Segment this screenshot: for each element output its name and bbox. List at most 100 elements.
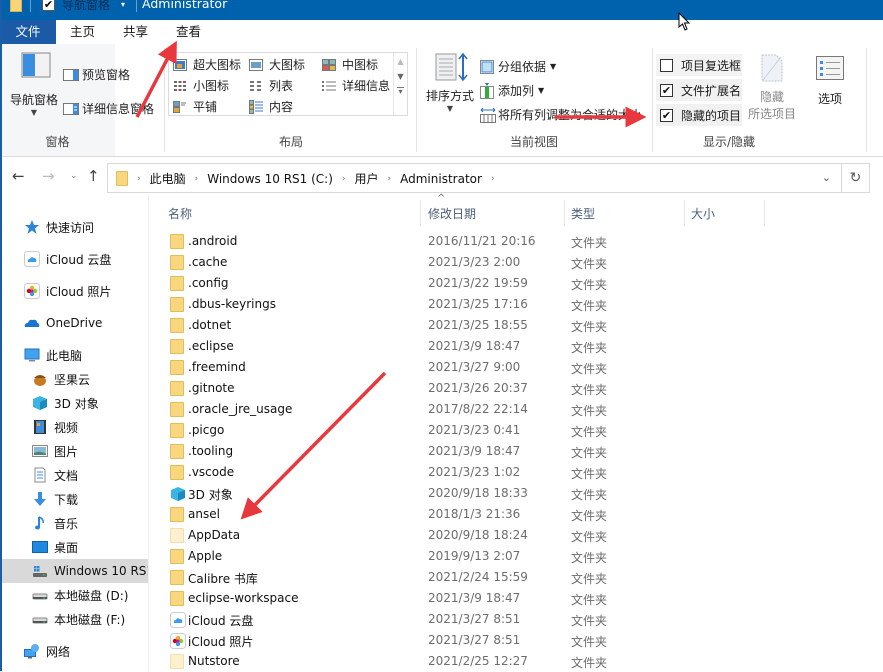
back-button[interactable]: ← bbox=[12, 167, 25, 185]
breadcrumb-item[interactable]: 用户 bbox=[355, 170, 379, 187]
tab-view[interactable]: 查看 bbox=[166, 20, 211, 44]
quick-access-nav-pane-checkbox[interactable]: ✔ bbox=[42, 0, 55, 11]
layout-gallery-scroll[interactable]: ▲ ▼ ▾ bbox=[393, 53, 407, 115]
column-name[interactable]: 名称 bbox=[168, 205, 192, 222]
customize-quick-access-dropdown[interactable]: ▾ bbox=[121, 0, 125, 9]
breadcrumb-separator[interactable]: › bbox=[491, 174, 495, 184]
layout-small-icons[interactable]: 小图标 bbox=[173, 77, 229, 94]
tab-share[interactable]: 共享 bbox=[113, 20, 158, 44]
breadcrumb-separator[interactable]: › bbox=[195, 174, 199, 184]
column-resize-handle[interactable] bbox=[764, 200, 765, 226]
sidebar-item[interactable]: 本地磁盘 (F:) bbox=[0, 607, 148, 631]
tab-home[interactable]: 主页 bbox=[60, 20, 105, 44]
add-columns-button[interactable]: 添加列 ▼ bbox=[480, 82, 544, 99]
file-row[interactable]: iCloud 照片 2021/3/27 8:51 文件夹 bbox=[150, 630, 883, 651]
layout-tiles[interactable]: 平铺 bbox=[173, 98, 217, 115]
file-row[interactable]: .eclipse 2021/3/9 18:47 文件夹 bbox=[150, 336, 883, 357]
navigation-pane-button[interactable]: 导航窗格 ▼ bbox=[6, 52, 62, 117]
layout-extra-large-icons[interactable]: 超大图标 bbox=[173, 56, 241, 73]
preview-pane-button[interactable]: 预览窗格 bbox=[63, 66, 130, 83]
file-row[interactable]: .tooling 2021/3/9 18:47 文件夹 bbox=[150, 441, 883, 462]
file-name-extensions-toggle[interactable]: ✔ 文件扩展名 bbox=[656, 79, 742, 101]
file-row[interactable]: ansel 2018/1/3 21:36 文件夹 bbox=[150, 504, 883, 525]
breadcrumb-separator[interactable]: › bbox=[137, 174, 141, 184]
file-row[interactable]: eclipse-workspace 2021/3/9 18:47 文件夹 bbox=[150, 588, 883, 609]
sidebar-item[interactable]: 网络 bbox=[0, 639, 148, 663]
item-check-boxes-toggle[interactable]: 项目复选框 bbox=[656, 54, 742, 76]
file-row[interactable]: .oracle_jre_usage 2017/8/22 22:14 文件夹 bbox=[150, 399, 883, 420]
sidebar-item[interactable]: 视频 bbox=[0, 415, 148, 439]
group-by-button[interactable]: 分组依据 ▼ bbox=[480, 58, 556, 75]
file-row[interactable]: .picgo 2021/3/23 0:41 文件夹 bbox=[150, 420, 883, 441]
address-history-dropdown[interactable]: ⌄ bbox=[822, 171, 831, 184]
file-row[interactable]: Nutstore 2021/2/25 12:27 文件夹 bbox=[150, 651, 883, 672]
sidebar-item[interactable]: 桌面 bbox=[0, 535, 148, 559]
file-row[interactable]: .dbus-keyrings 2021/3/25 17:16 文件夹 bbox=[150, 294, 883, 315]
file-row[interactable]: .freemind 2021/3/27 9:00 文件夹 bbox=[150, 357, 883, 378]
address-bar[interactable]: › 此电脑 › Windows 10 RS1 (C:) › 用户 › Admin… bbox=[107, 163, 842, 193]
column-type[interactable]: 类型 bbox=[571, 205, 595, 222]
file-row[interactable]: Calibre 书库 2021/2/24 15:59 文件夹 bbox=[150, 567, 883, 588]
column-date-modified[interactable]: 修改日期 bbox=[428, 205, 476, 222]
up-button[interactable]: ↑ bbox=[87, 167, 100, 185]
layout-medium-icons[interactable]: 中图标 bbox=[322, 56, 378, 73]
scroll-down-icon[interactable]: ▼ bbox=[394, 72, 407, 81]
file-row[interactable]: .cache 2021/3/23 2:00 文件夹 bbox=[150, 252, 883, 273]
column-resize-handle[interactable] bbox=[420, 200, 421, 226]
scroll-up-icon[interactable]: ▲ bbox=[394, 57, 407, 66]
sidebar-item[interactable]: 文档 bbox=[0, 463, 148, 487]
file-name-extensions-checkbox[interactable]: ✔ bbox=[660, 83, 673, 97]
sidebar-item[interactable]: iCloud 云盘 bbox=[0, 247, 148, 271]
forward-button[interactable]: → bbox=[42, 167, 55, 185]
file-row[interactable]: .dotnet 2021/3/25 18:55 文件夹 bbox=[150, 315, 883, 336]
item-check-boxes-label: 项目复选框 bbox=[681, 58, 742, 73]
sidebar-item[interactable]: iCloud 照片 bbox=[0, 279, 148, 303]
sidebar-item[interactable]: 本地磁盘 (D:) bbox=[0, 583, 148, 607]
file-row[interactable]: .android 2016/11/21 20:16 文件夹 bbox=[150, 231, 883, 252]
sidebar-item[interactable]: 音乐 bbox=[0, 511, 148, 535]
size-all-columns-button[interactable]: 将所有列调整为合适的大小 bbox=[480, 106, 642, 123]
breadcrumb-separator[interactable]: › bbox=[388, 174, 392, 184]
file-name: .tooling bbox=[188, 444, 234, 458]
column-size[interactable]: 大小 bbox=[691, 205, 715, 222]
hidden-items-checkbox[interactable]: ✔ bbox=[660, 108, 673, 122]
column-resize-handle[interactable] bbox=[684, 200, 685, 226]
folder-icon bbox=[170, 297, 184, 312]
options-button[interactable]: 选项 bbox=[806, 56, 854, 107]
file-row[interactable]: .gitnote 2021/3/26 20:37 文件夹 bbox=[150, 378, 883, 399]
hidden-items-toggle[interactable]: ✔ 隐藏的项目 bbox=[656, 104, 742, 126]
sidebar-item[interactable]: 此电脑 bbox=[0, 343, 148, 367]
sidebar-item[interactable]: OneDrive bbox=[0, 311, 148, 335]
refresh-button[interactable]: ↻ bbox=[842, 163, 870, 193]
file-row[interactable]: Apple 2019/9/13 2:07 文件夹 bbox=[150, 546, 883, 567]
file-row[interactable]: 3D 对象 2020/9/18 18:33 文件夹 bbox=[150, 483, 883, 504]
column-resize-handle[interactable] bbox=[564, 200, 565, 226]
sidebar-item[interactable]: 快速访问 bbox=[0, 215, 148, 239]
breadcrumb-item[interactable]: Windows 10 RS1 (C:) bbox=[207, 172, 333, 186]
file-row[interactable]: AppData 2020/9/18 18:24 文件夹 bbox=[150, 525, 883, 546]
sidebar-item[interactable]: 图片 bbox=[0, 439, 148, 463]
file-row[interactable]: iCloud 云盘 2021/3/27 8:51 文件夹 bbox=[150, 609, 883, 630]
sidebar-item[interactable]: 下载 bbox=[0, 487, 148, 511]
sidebar-item[interactable]: 坚果云 bbox=[0, 367, 148, 391]
recent-locations-dropdown[interactable]: ⌄ bbox=[70, 171, 78, 181]
expand-gallery-icon[interactable]: ▾ bbox=[397, 87, 404, 96]
item-check-boxes-checkbox[interactable] bbox=[660, 58, 673, 72]
layout-details[interactable]: 详细信息 bbox=[322, 77, 390, 94]
breadcrumb-item[interactable]: 此电脑 bbox=[150, 170, 186, 187]
tab-file[interactable]: 文件 bbox=[0, 20, 56, 44]
hide-selected-items-button[interactable]: 隐藏 所选项目 bbox=[744, 54, 800, 122]
sort-by-button[interactable]: 排序方式 ▼ bbox=[422, 52, 478, 113]
sidebar-item[interactable]: 3D 对象 bbox=[0, 391, 148, 415]
drive-icon bbox=[32, 611, 48, 627]
layout-content[interactable]: 内容 bbox=[249, 98, 293, 115]
file-row[interactable]: .config 2021/3/22 19:59 文件夹 bbox=[150, 273, 883, 294]
breadcrumb-item[interactable]: Administrator bbox=[400, 172, 482, 186]
breadcrumb-separator[interactable]: › bbox=[342, 174, 346, 184]
layout-large-icons[interactable]: 大图标 bbox=[249, 56, 305, 73]
sidebar-item[interactable]: Windows 10 RS1 (C:) bbox=[0, 559, 148, 583]
layout-list[interactable]: 列表 bbox=[249, 77, 293, 94]
file-row[interactable]: .vscode 2021/3/23 1:02 文件夹 bbox=[150, 462, 883, 483]
details-pane-button[interactable]: 详细信息窗格 bbox=[63, 100, 154, 117]
pane-divider[interactable] bbox=[148, 195, 149, 671]
